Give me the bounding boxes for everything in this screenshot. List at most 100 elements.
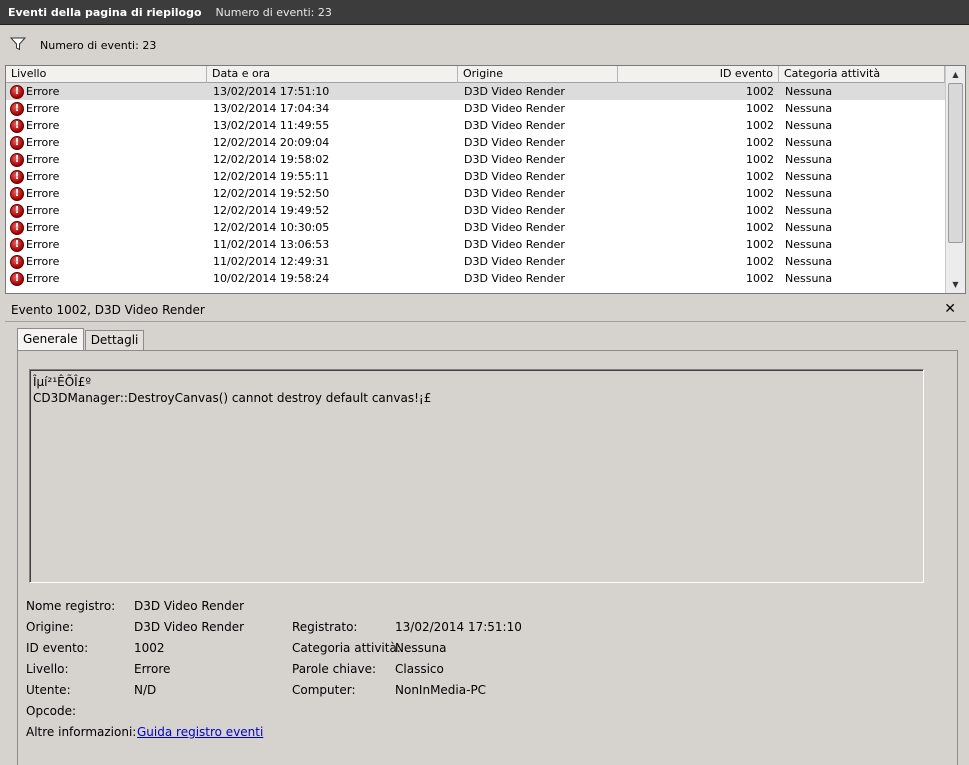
cell-event-id: 1002: [746, 85, 774, 98]
cell-level-text: Errore: [26, 255, 60, 268]
cell-level: ! Errore: [6, 219, 207, 236]
cell-level: ! Errore: [6, 270, 207, 287]
error-icon: !: [10, 186, 24, 201]
title-bar: Eventi della pagina di riepilogo Numero …: [0, 0, 969, 25]
cell-event-id: 1002: [746, 255, 774, 268]
scroll-down-icon[interactable]: ▼: [946, 276, 965, 293]
cell-level-text: Errore: [26, 119, 60, 132]
table-row[interactable]: ! Errore 12/02/2014 19:49:52 D3D Video Rend…: [6, 202, 945, 219]
column-header-event-id[interactable]: ID evento: [618, 66, 779, 83]
label-id-evento: ID evento:: [26, 641, 89, 655]
cell-date: 12/02/2014 19:52:50: [213, 187, 330, 200]
cell-date: 12/02/2014 19:58:02: [213, 153, 330, 166]
column-header-source[interactable]: Origine: [458, 66, 618, 83]
cell-date: 13/02/2014 17:04:34: [213, 102, 330, 115]
grid-scrollbar[interactable]: ▲ ▼: [945, 66, 965, 293]
label-opcode: Opcode:: [26, 704, 77, 718]
column-header-date[interactable]: Data e ora: [207, 66, 458, 83]
table-row[interactable]: ! Errore 12/02/2014 20:09:04 D3D Video Rend…: [6, 134, 945, 151]
window-title: Eventi della pagina di riepilogo: [8, 5, 202, 19]
cell-level: ! Errore: [6, 83, 207, 100]
cell-level: ! Errore: [6, 202, 207, 219]
cell-level: ! Errore: [6, 185, 207, 202]
cell-category: Nessuna: [785, 204, 833, 217]
cell-category: Nessuna: [785, 136, 833, 149]
cell-category: Nessuna: [785, 255, 833, 268]
label-utente: Utente:: [26, 683, 71, 697]
table-row[interactable]: ! Errore 11/02/2014 13:06:53 D3D Video Rend…: [6, 236, 945, 253]
cell-level-text: Errore: [26, 102, 60, 115]
label-altre-informazioni: Altre informazioni:: [26, 725, 137, 739]
cell-source: D3D Video Render: [464, 170, 565, 183]
cell-date: 12/02/2014 19:55:11: [213, 170, 330, 183]
value-livello: Errore: [134, 662, 171, 676]
cell-category: Nessuna: [785, 272, 833, 285]
table-row[interactable]: ! Errore 12/02/2014 19:52:50 D3D Video Rend…: [6, 185, 945, 202]
label-parole-chiave: Parole chiave:: [292, 662, 377, 676]
cell-event-id: 1002: [746, 170, 774, 183]
label-computer: Computer:: [292, 683, 356, 697]
cell-source: D3D Video Render: [464, 119, 565, 132]
error-icon: !: [10, 84, 24, 99]
cell-level: ! Errore: [6, 253, 207, 270]
event-message[interactable]: Îµí²¹ÊÕÎ£º CD3DManager::DestroyCanvas() …: [29, 369, 924, 583]
cell-level: ! Errore: [6, 100, 207, 117]
table-row[interactable]: ! Errore 13/02/2014 17:51:10 D3D Video Rend…: [6, 83, 945, 100]
table-row[interactable]: ! Errore 12/02/2014 19:58:02 D3D Video Rend…: [6, 151, 945, 168]
cell-category: Nessuna: [785, 221, 833, 234]
detail-tabs: Generale Dettagli: [17, 328, 145, 350]
event-message-line: CD3DManager::DestroyCanvas() cannot dest…: [33, 391, 432, 405]
table-row[interactable]: ! Errore 11/02/2014 12:49:31 D3D Video Rend…: [6, 253, 945, 270]
table-row[interactable]: ! Errore 10/02/2014 19:58:24 D3D Video Rend…: [6, 270, 945, 287]
error-icon: !: [10, 152, 24, 167]
table-row[interactable]: ! Errore 12/02/2014 19:55:11 D3D Video Rend…: [6, 168, 945, 185]
error-icon: !: [10, 237, 24, 252]
tab-generale[interactable]: Generale: [17, 328, 84, 350]
error-icon: !: [10, 169, 24, 184]
filter-icon[interactable]: [9, 37, 27, 54]
cell-source: D3D Video Render: [464, 272, 565, 285]
cell-source: D3D Video Render: [464, 85, 565, 98]
label-livello: Livello:: [26, 662, 69, 676]
error-icon: !: [10, 135, 24, 150]
cell-source: D3D Video Render: [464, 102, 565, 115]
event-message-line: Îµí²¹ÊÕÎ£º: [33, 375, 91, 389]
table-row[interactable]: ! Errore 13/02/2014 17:04:34 D3D Video Rend…: [6, 100, 945, 117]
cell-date: 11/02/2014 13:06:53: [213, 238, 330, 251]
table-row[interactable]: ! Errore 13/02/2014 11:49:55 D3D Video Rend…: [6, 117, 945, 134]
cell-source: D3D Video Render: [464, 221, 565, 234]
table-row[interactable]: ! Errore 12/02/2014 10:30:05 D3D Video Rend…: [6, 219, 945, 236]
tab-dettagli[interactable]: Dettagli: [84, 330, 145, 350]
cell-level: ! Errore: [6, 151, 207, 168]
cell-event-id: 1002: [746, 153, 774, 166]
cell-category: Nessuna: [785, 153, 833, 166]
cell-event-id: 1002: [746, 238, 774, 251]
cell-level-text: Errore: [26, 221, 60, 234]
error-icon: !: [10, 101, 24, 116]
column-header-category[interactable]: Categoria attività: [779, 66, 945, 83]
cell-date: 11/02/2014 12:49:31: [213, 255, 330, 268]
events-grid[interactable]: Livello Data e ora Origine ID evento Cat…: [5, 65, 966, 294]
label-categoria: Categoria attività:: [292, 641, 401, 655]
cell-event-id: 1002: [746, 119, 774, 132]
cell-source: D3D Video Render: [464, 238, 565, 251]
error-icon: !: [10, 271, 24, 286]
scroll-up-icon[interactable]: ▲: [946, 66, 965, 83]
cell-level: ! Errore: [6, 168, 207, 185]
value-computer: NonInMedia-PC: [395, 683, 487, 697]
scroll-thumb[interactable]: [948, 83, 963, 243]
column-header-level[interactable]: Livello: [6, 66, 207, 83]
value-registrato: 13/02/2014 17:51:10: [395, 620, 522, 634]
cell-event-id: 1002: [746, 136, 774, 149]
cell-event-id: 1002: [746, 272, 774, 285]
grid-body: ! Errore 13/02/2014 17:51:10 D3D Video Rend…: [6, 83, 945, 293]
cell-category: Nessuna: [785, 170, 833, 183]
close-icon[interactable]: ✕: [944, 301, 956, 317]
cell-level-text: Errore: [26, 85, 60, 98]
cell-level-text: Errore: [26, 136, 60, 149]
value-origine: D3D Video Render: [134, 620, 245, 634]
label-origine: Origine:: [26, 620, 74, 634]
help-link[interactable]: Guida registro eventi: [137, 725, 263, 739]
tab-panel-generale: Îµí²¹ÊÕÎ£º CD3DManager::DestroyCanvas() …: [17, 350, 958, 765]
cell-category: Nessuna: [785, 102, 833, 115]
